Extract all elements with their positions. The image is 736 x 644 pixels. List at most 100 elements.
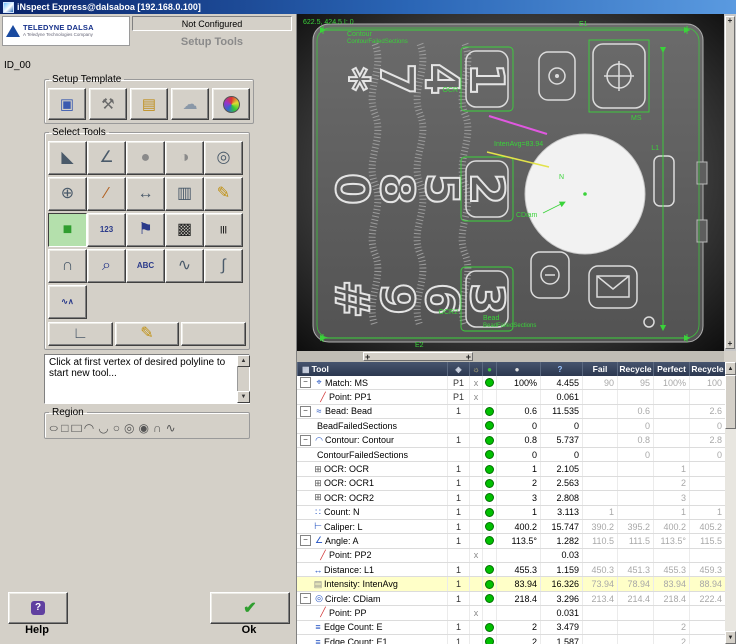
annulus-tool-button[interactable]: ◎	[204, 141, 243, 175]
table-scroll-up-icon[interactable]: ▲	[725, 362, 736, 375]
hint-scrollbar[interactable]: ▲ ▼	[237, 355, 250, 403]
table-row[interactable]: ⊞ OCR: OCR1 1 2 2.563 2	[297, 476, 725, 492]
select-tools-group: Select Tools ◣ ∠ ● ◑ ◎ ⊕ ∕ ↔ ▥ ✎ ■ 123 ⚑ ▩ ||| ∩ ⌕ ABC ∿ ∫ ∿…	[44, 127, 250, 350]
barcode-tool-button[interactable]: |||	[204, 213, 243, 247]
table-row[interactable]: ▤ Intensity: IntenAvg 1 83.94 16.326 73.94 78.…	[297, 577, 725, 592]
table-row[interactable]: ⊞ OCR: OCR2 1 3 2.808 3	[297, 491, 725, 506]
blank-tool-button[interactable]	[181, 322, 247, 346]
edge-icon: ≡	[315, 636, 321, 644]
template-tools-button[interactable]: ⚒	[89, 88, 127, 120]
circle-tool-button[interactable]: ●	[126, 141, 165, 175]
image-vscrollbar[interactable]: + +	[724, 14, 736, 351]
table-scroll-down-icon[interactable]: ▼	[725, 631, 736, 644]
table-row[interactable]: − ≈ Bead: Bead 1 0.6 11.535 0.6 2.6	[297, 404, 725, 420]
expander-icon[interactable]: −	[300, 405, 311, 417]
table-vscrollbar[interactable]: ▲ ▼	[725, 362, 736, 644]
table-row[interactable]: ╱ Point: PP x 0.031	[297, 606, 725, 621]
image-hscrollbar[interactable]: + +	[297, 351, 724, 362]
region-square-icon[interactable]: □	[61, 421, 68, 435]
perfect-limit-cell: 3	[653, 491, 689, 505]
camera-view[interactable]: * 0 #7 8 9 4 5 6 1 2 3 622.5, 424.5 I: 0…	[297, 14, 724, 351]
region-circle-icon[interactable]: ○	[113, 421, 120, 435]
image-vscroll-thumb[interactable]: + +	[725, 16, 735, 349]
angle-tool-button[interactable]: ∠	[87, 141, 126, 175]
table-row[interactable]: BeadFailedSections 0 0 0 0	[297, 419, 725, 434]
n-annotation: N	[559, 174, 564, 181]
fail-column-header[interactable]: Fail	[582, 362, 617, 376]
rect-tool-button[interactable]: ■	[48, 213, 87, 247]
hint-scroll-up-icon[interactable]: ▲	[237, 355, 250, 367]
table-row[interactable]: − ◠ Contour: Contour 1 0.8 5.737 0.8 2.8	[297, 433, 725, 448]
count-icon: ∷	[315, 506, 321, 517]
profile-tool-button[interactable]: ∿∧	[48, 285, 87, 319]
help-button[interactable]: ?	[8, 592, 68, 624]
recycle2-column-header[interactable]: Recycle	[689, 362, 725, 376]
table-row[interactable]: − ◎ Circle: CDiam 1 218.4 3.296 213.4 214.4 218.…	[297, 591, 725, 607]
table-row[interactable]: ContourFailedSections 0 0 0 0	[297, 447, 725, 463]
region-rect-icon[interactable]: □	[71, 421, 82, 435]
wave-tool-button[interactable]: ∿	[165, 249, 204, 283]
app-icon	[3, 1, 14, 13]
corner-tool-button[interactable]: ∟	[48, 322, 113, 346]
table-row[interactable]: ⊢ Caliper: L 1 400.2 15.747 390.2 395.2 400.2 40…	[297, 519, 725, 535]
results-table-header[interactable]: ▦ Tool ◈ ☼ ● ● ? Fail Recycle Perfect Rec…	[297, 362, 725, 376]
table-row[interactable]: ↔ Distance: L1 1 455.3 1.159 450.3 451.3 455.3 4…	[297, 563, 725, 578]
camera-image[interactable]: *0#789456123 622.5, 424.5 I: 0 E1 Contou…	[297, 14, 724, 351]
table-row[interactable]: ≡ Edge Count: E 1 2 3.479 2	[297, 620, 725, 636]
pencil-tool-button[interactable]: ✎	[204, 177, 243, 211]
zoom-in-button[interactable]: +	[728, 17, 733, 25]
intenavg-annotation: IntenAvg=83.94	[494, 141, 543, 148]
region-ring-icon[interactable]: ◎	[124, 421, 134, 435]
table-scroll-track[interactable]	[725, 375, 736, 631]
table-row[interactable]: ╱ Point: PP2 x 0.03	[297, 548, 725, 564]
pan-right-button[interactable]: +	[466, 352, 471, 361]
pan-left-button[interactable]: +	[365, 352, 370, 361]
datamatrix-tool-button[interactable]: ▩	[165, 213, 204, 247]
region-ellipse-icon[interactable]: ○	[48, 421, 59, 435]
zoom-out-button[interactable]: +	[728, 340, 733, 348]
pie-tool-button[interactable]: ◑	[165, 141, 204, 175]
search-tool-button[interactable]: ⌕	[87, 249, 126, 283]
template-shapes-button[interactable]: ☁	[171, 88, 209, 120]
template-library-button[interactable]: ▤	[130, 88, 168, 120]
grid-tool-button[interactable]: ▥	[165, 177, 204, 211]
table-row[interactable]: − ⌖ Match: MS P1 x 100% 4.455 90 95 100% 100	[297, 376, 725, 391]
expander-icon[interactable]: −	[300, 593, 311, 605]
region-arc-down-icon[interactable]: ◡	[98, 421, 108, 435]
region-target-icon[interactable]: ◉	[138, 421, 148, 435]
table-row[interactable]: − ∠ Angle: A 1 113.5° 1.282 110.5 111.5 113.5° 11…	[297, 534, 725, 549]
table-row[interactable]: ╱ Point: PP1 P1 x 0.061	[297, 390, 725, 405]
recycle-column-header[interactable]: Recycle	[617, 362, 653, 376]
flag-tool-button[interactable]: ⚑	[126, 213, 165, 247]
fail-limit-cell	[582, 548, 617, 563]
ruler-tool-button[interactable]: ∕	[87, 177, 126, 211]
teledyne-logo-mark	[6, 25, 20, 37]
perfect-column-header[interactable]: Perfect	[653, 362, 689, 376]
image-hscroll-thumb[interactable]: + +	[363, 352, 473, 361]
hint-scroll-down-icon[interactable]: ▼	[237, 391, 250, 403]
table-row[interactable]: ≡ Edge Count: E1 1 2 1.587 2	[297, 635, 725, 644]
template-palette-button[interactable]	[212, 88, 250, 120]
bead-tool-button[interactable]: ∩	[48, 249, 87, 283]
ok-button[interactable]: ✔	[210, 592, 290, 624]
grid-tool-icon: ▥	[176, 185, 193, 202]
triangle-tool-button[interactable]: ◣	[48, 141, 87, 175]
l1-annotation: L1	[651, 145, 659, 152]
table-scroll-thumb[interactable]	[725, 375, 736, 429]
region-arc-up-icon[interactable]: ◠	[84, 421, 94, 435]
id-label: ID_00	[4, 60, 31, 71]
expander-icon[interactable]: −	[300, 377, 311, 389]
region-dome-icon[interactable]: ∩	[153, 421, 162, 435]
expander-icon[interactable]: −	[300, 535, 311, 547]
expander-icon[interactable]: −	[300, 434, 311, 446]
count-tool-button[interactable]: 123	[87, 213, 126, 247]
template-sensor-button[interactable]: ▣	[48, 88, 86, 120]
caliper-tool-button[interactable]: ⊕	[48, 177, 87, 211]
table-row[interactable]: ⊞ OCR: OCR 1 1 2.105 1	[297, 462, 725, 477]
draw-tool-button[interactable]: ✎	[114, 322, 180, 346]
curve-tool-button[interactable]: ∫	[204, 249, 243, 283]
table-row[interactable]: ∷ Count: N 1 1 3.113 1 1 1	[297, 505, 725, 520]
distance-tool-button[interactable]: ↔	[126, 177, 165, 211]
region-wave-icon[interactable]: ∿	[166, 421, 176, 435]
ocr-tool-button[interactable]: ABC	[126, 249, 165, 283]
